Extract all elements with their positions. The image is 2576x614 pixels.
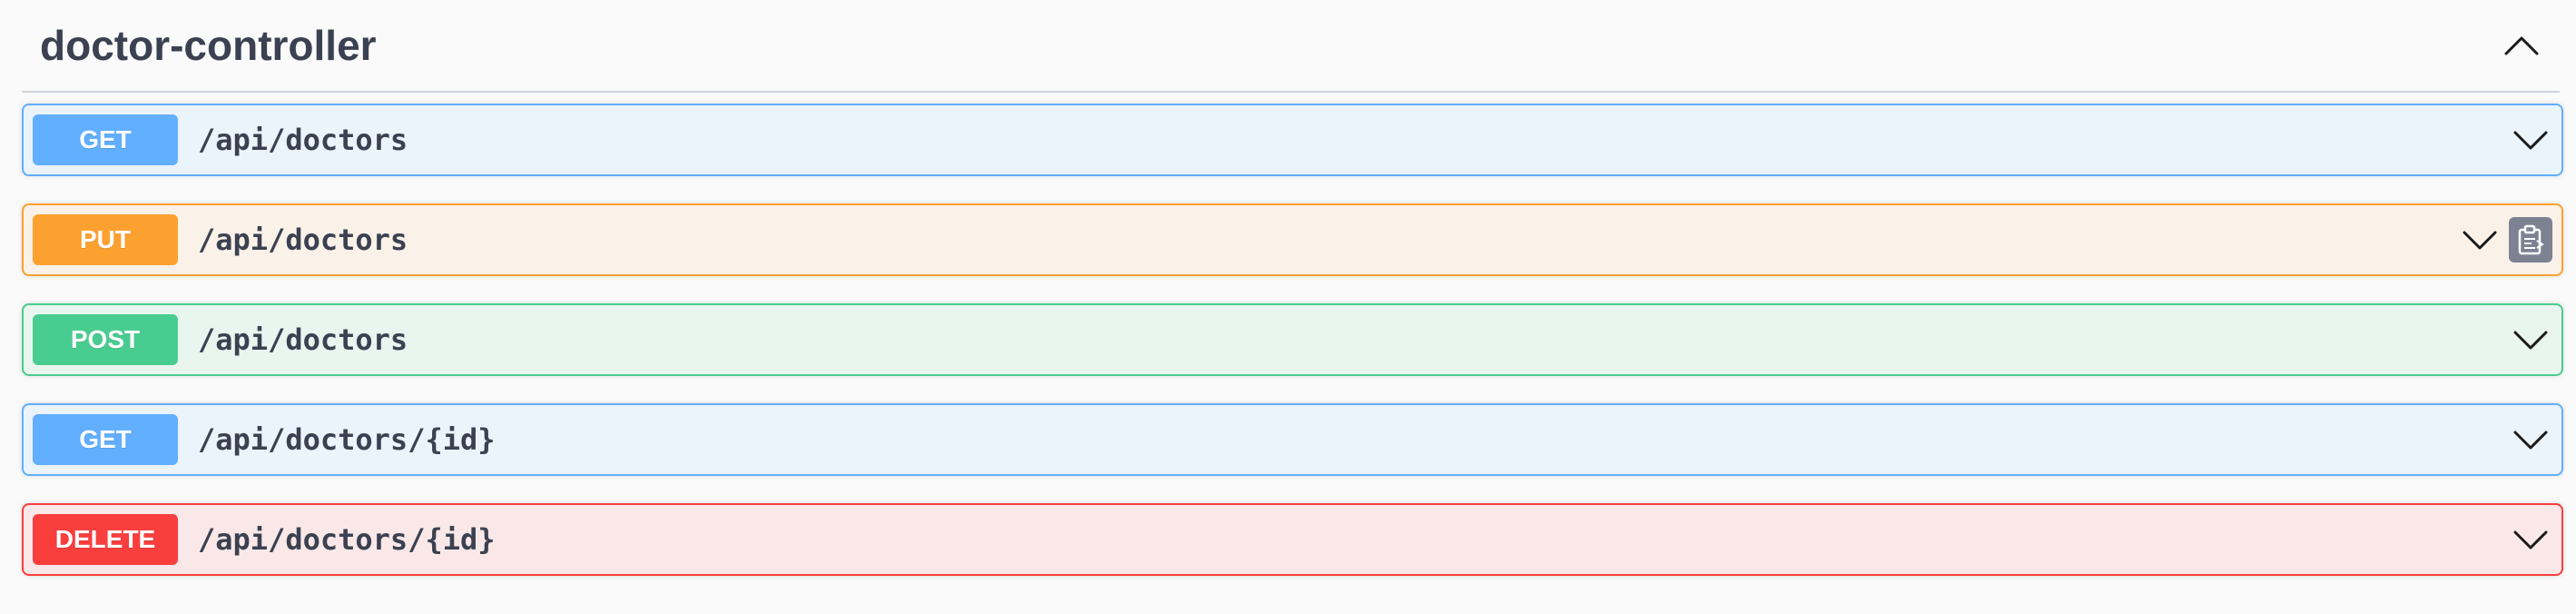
collapse-section-button[interactable] [2498,24,2545,67]
chevron-up-icon [2504,36,2539,55]
section-header[interactable]: doctor-controller [22,0,2560,93]
section-title: doctor-controller [40,22,377,69]
endpoint-path: /api/doctors [198,322,408,357]
operation-put-doctors[interactable]: PUT /api/doctors [22,203,2563,276]
method-badge: GET [33,114,178,165]
chevron-down-icon[interactable] [2458,218,2502,262]
operation-delete-doctor-by-id[interactable]: DELETE /api/doctors/{id} [22,503,2563,576]
copy-to-clipboard-button[interactable] [2509,217,2552,262]
method-badge: POST [33,314,178,365]
operation-get-doctor-by-id[interactable]: GET /api/doctors/{id} [22,403,2563,476]
chevron-down-icon[interactable] [2509,318,2552,361]
method-badge: GET [33,414,178,465]
chevron-down-icon[interactable] [2509,418,2552,461]
chevron-down-icon[interactable] [2509,518,2552,561]
endpoint-path: /api/doctors/{id} [198,522,496,557]
method-badge: PUT [33,214,178,265]
operation-post-doctors[interactable]: POST /api/doctors [22,303,2563,376]
operation-get-doctors[interactable]: GET /api/doctors [22,104,2563,176]
method-badge: DELETE [33,514,178,565]
endpoint-path: /api/doctors [198,223,408,257]
chevron-down-icon[interactable] [2509,118,2552,162]
clipboard-icon [2518,224,2544,255]
operations-list: GET /api/doctors PUT /api/doctors POST /… [22,104,2563,603]
endpoint-path: /api/doctors/{id} [198,422,496,457]
endpoint-path: /api/doctors [198,123,408,157]
